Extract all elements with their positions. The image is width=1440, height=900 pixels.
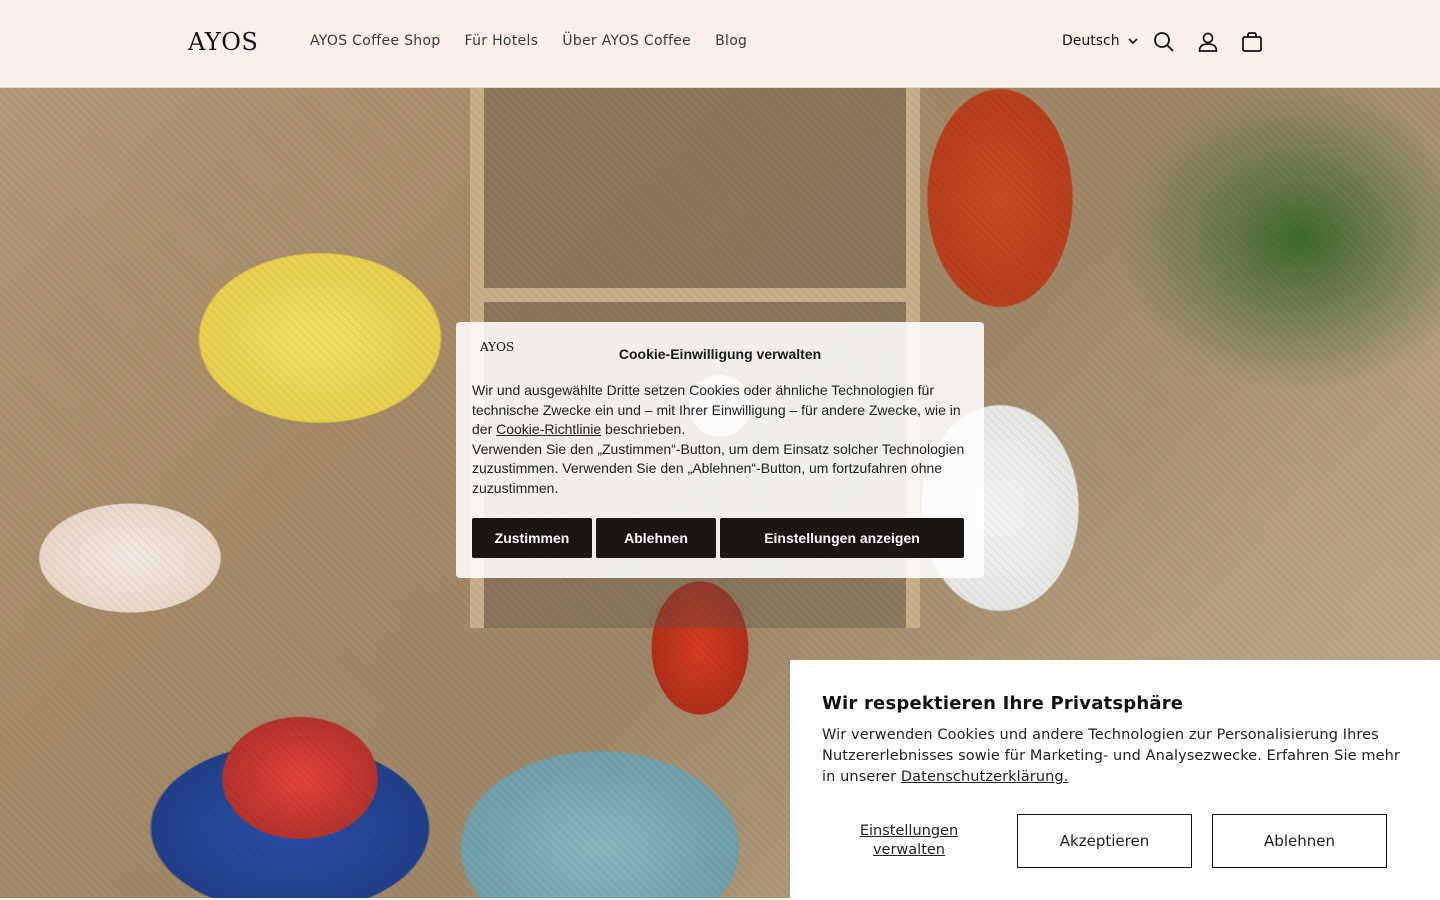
language-selector[interactable]: Deutsch (1062, 33, 1138, 49)
search-icon[interactable] (1152, 30, 1176, 54)
nav-item-about[interactable]: Über AYOS Coffee (562, 33, 691, 49)
cookie-accept-button[interactable]: Zustimmen (472, 518, 592, 558)
cart-icon[interactable] (1240, 30, 1264, 54)
site-header: AYOS AYOS Coffee Shop Für Hotels Über AY… (0, 0, 1440, 88)
nav-item-coffee-shop[interactable]: AYOS Coffee Shop (310, 33, 441, 49)
account-icon[interactable] (1196, 30, 1220, 54)
privacy-banner-text: Wir verwenden Cookies und andere Technol… (822, 725, 1412, 788)
cookie-text-part-2: beschrieben. (601, 421, 686, 437)
manage-settings-link[interactable]: Einstellungen verwalten (848, 822, 970, 860)
privacy-policy-link[interactable]: Datenschutzerklärung. (901, 769, 1069, 785)
main-nav: AYOS Coffee Shop Für Hotels Über AYOS Co… (298, 33, 759, 49)
privacy-accept-button[interactable]: Akzeptieren (1017, 814, 1192, 868)
language-label: Deutsch (1062, 33, 1120, 49)
privacy-banner-title: Wir respektieren Ihre Privatsphäre (822, 693, 1184, 714)
privacy-reject-button[interactable]: Ablehnen (1212, 814, 1387, 868)
cookie-dialog-title: Cookie-Einwilligung verwalten (618, 346, 822, 362)
nav-item-blog[interactable]: Blog (715, 33, 747, 49)
chevron-down-icon (1128, 37, 1138, 44)
site-logo[interactable]: AYOS (188, 28, 258, 56)
cookie-settings-button[interactable]: Einstellungen anzeigen (720, 518, 964, 558)
cookie-consent-dialog: AYOS Cookie-Einwilligung verwalten Wir u… (456, 322, 984, 578)
nav-item-hotels[interactable]: Für Hotels (465, 33, 539, 49)
cookie-text-instructions: Verwenden Sie den „Zustimmen“-Button, um… (472, 440, 965, 496)
cookie-policy-link[interactable]: Cookie-Richtlinie (496, 421, 601, 437)
cookie-dialog-text: Wir und ausgewählte Dritte setzen Cookie… (472, 381, 972, 498)
privacy-banner: Wir respektieren Ihre Privatsphäre Wir v… (790, 660, 1440, 900)
cookie-reject-button[interactable]: Ablehnen (596, 518, 716, 558)
